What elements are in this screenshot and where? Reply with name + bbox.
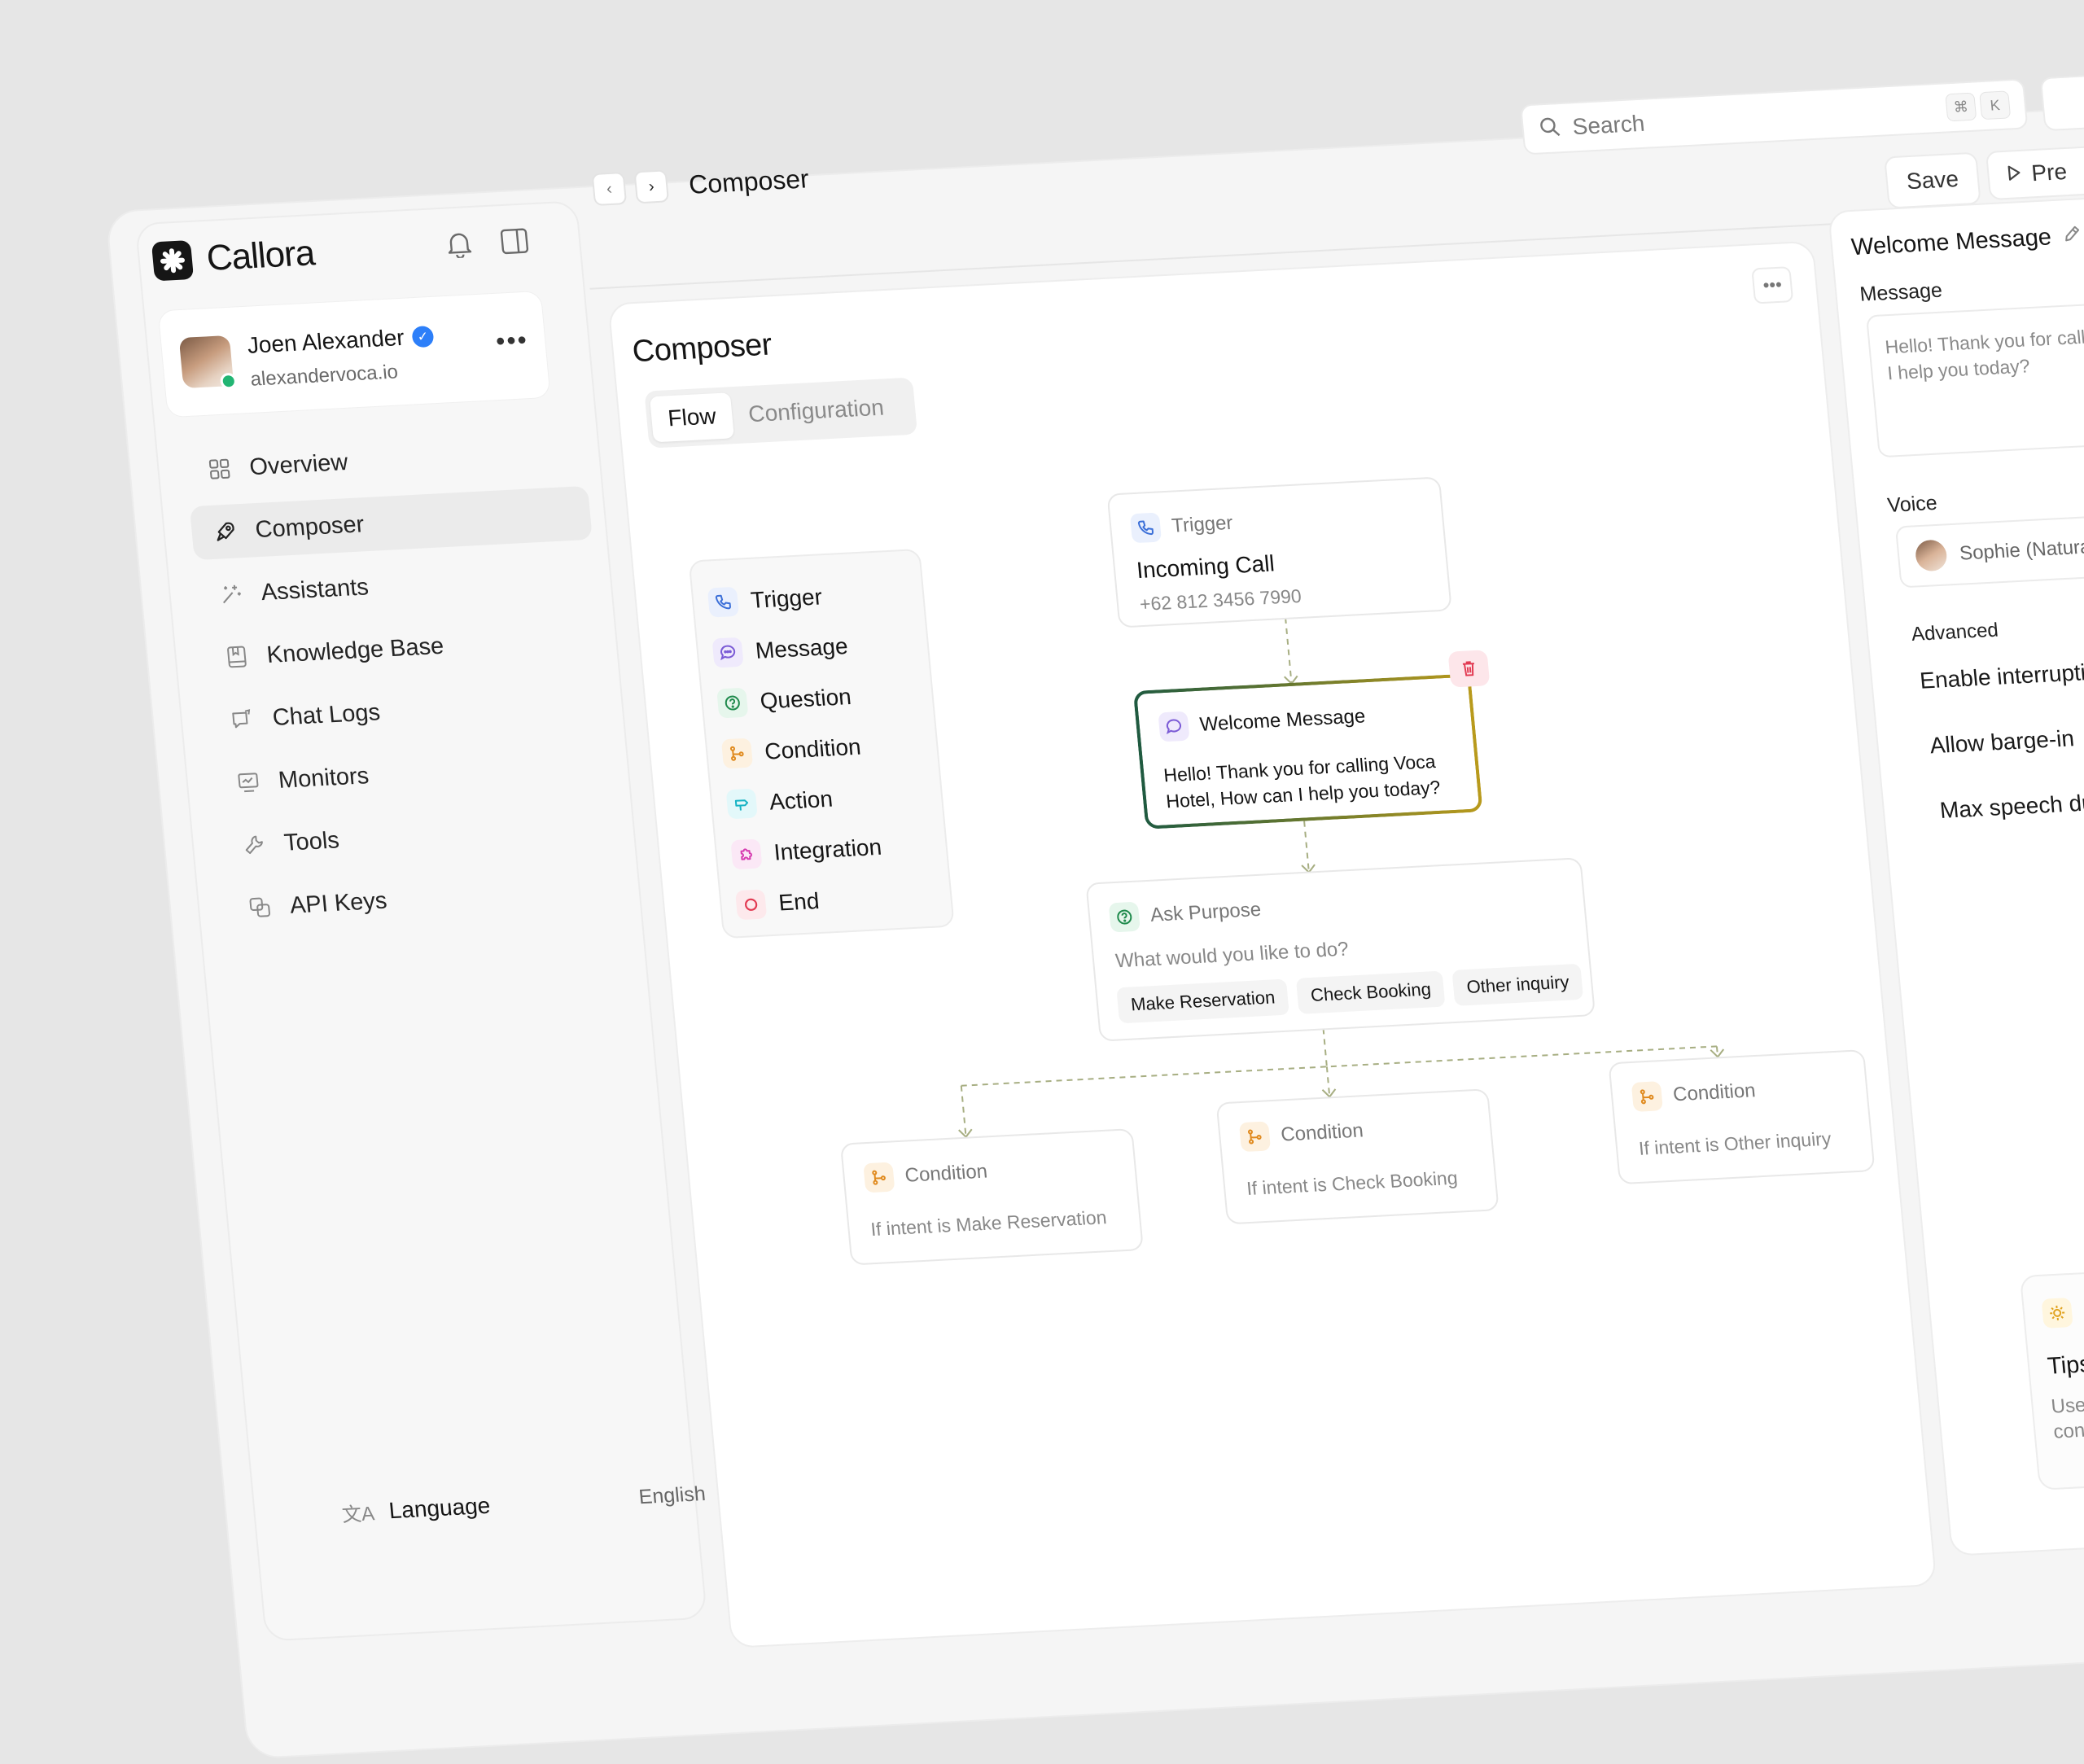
option-chip[interactable]: Check Booking [1296,971,1446,1014]
message-label: Message [1859,279,1943,307]
node-title: Welcome Message [1199,705,1367,737]
message-textarea[interactable]: Hello! Thank you for calling I help you … [1866,300,2084,458]
phone-icon [1130,512,1162,543]
edit-icon[interactable] [2061,222,2083,250]
question-prompt: What would you like to do? [1114,938,1350,973]
voice-value: Sophie (Natural) [1959,536,2084,566]
node-title: Condition [1280,1119,1364,1146]
question-icon [1109,902,1141,933]
voice-avatar [1915,539,1948,571]
condition-node-header: Condition [1239,1116,1364,1152]
trigger-node[interactable]: Trigger Incoming Call +62 812 3456 7990 [1107,476,1452,628]
welcome-node-header: Welcome Message [1158,702,1366,742]
question-node-header: Ask Purpose [1109,895,1263,933]
node-type-label: Trigger [1171,512,1234,538]
node-title: Condition [904,1160,988,1187]
condition-node[interactable]: Condition If intent is Check Booking [1216,1088,1500,1224]
branch-icon [863,1162,895,1193]
branch-icon [1631,1081,1663,1112]
condition-text: If intent is Make Reservation [869,1206,1107,1241]
welcome-message-node[interactable]: Welcome Message Hello! Thank you for cal… [1133,673,1483,829]
advanced-label: Advanced [1911,619,1999,647]
branch-icon [1239,1121,1271,1152]
condition-node-header: Condition [863,1157,988,1193]
option-chip[interactable]: Other inquiry [1452,964,1584,1006]
voice-label: Voice [1886,492,1938,518]
answer-options: Make Reservation Check Booking Other inq… [1116,964,1583,1024]
tips-title: Tips [2047,1351,2084,1381]
condition-node-header: Condition [1631,1076,1757,1112]
trigger-node-header: Trigger [1130,509,1234,543]
condition-text: If intent is Check Booking [1246,1167,1458,1200]
tips-text-line1: Use variables to [2050,1382,2084,1420]
condition-text: If intent is Other inquiry [1638,1128,1832,1160]
option-chip[interactable]: Make Reservation [1116,979,1289,1024]
trigger-phone: +62 812 3456 7990 [1139,585,1302,615]
flow-connectors [0,0,2084,1561]
condition-node[interactable]: Condition If intent is Other inquiry [1608,1049,1875,1184]
lightbulb-icon [2042,1298,2073,1328]
app-stage: Callora Joen Alexander ✓ alexandervoca.i… [0,0,2084,1561]
question-node[interactable]: Ask Purpose What would you like to do? M… [1085,857,1596,1042]
tips-text: Use variables to conversations n [2050,1382,2084,1445]
delete-node-icon[interactable] [1447,650,1490,687]
trigger-title: Incoming Call [1136,550,1276,584]
node-title: Condition [1672,1079,1757,1106]
chat-bubble-icon [1158,711,1189,742]
condition-node[interactable]: Condition If intent is Make Reservation [840,1128,1144,1266]
node-title: Ask Purpose [1149,899,1262,927]
